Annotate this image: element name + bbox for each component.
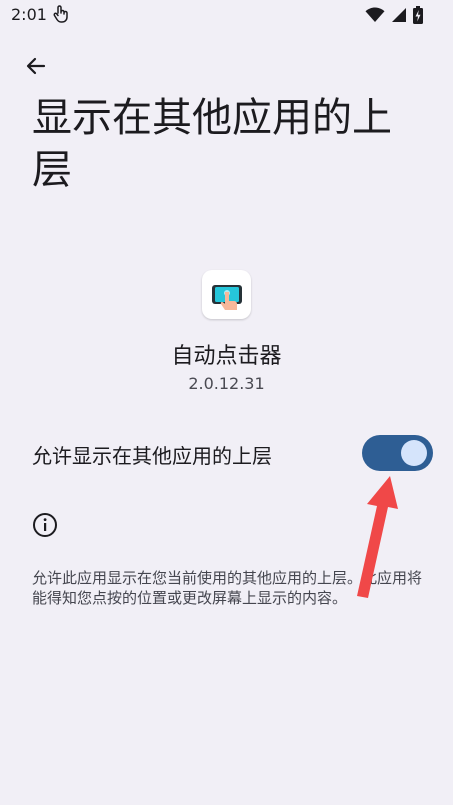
auto-clicker-app-icon (211, 284, 242, 310)
overlay-permission-label: 允许显示在其他应用的上层 (32, 444, 272, 468)
overlay-permission-toggle[interactable] (362, 435, 433, 471)
app-icon (202, 270, 251, 319)
arrow-left-icon (26, 57, 46, 75)
app-version: 2.0.12.31 (188, 374, 265, 393)
touch-icon (52, 4, 70, 24)
status-bar: 2:01 (0, 0, 453, 32)
info-icon (32, 512, 58, 538)
signal-icon (391, 7, 407, 27)
status-time: 2:01 (11, 5, 47, 24)
permission-description: 允许此应用显示在您当前使用的其他应用的上层。此应用将能得知您点按的位置或更改屏幕… (32, 569, 423, 607)
page-title: 显示在其他应用的上层 (32, 95, 392, 193)
back-button[interactable] (20, 50, 52, 82)
wifi-icon (365, 7, 385, 27)
toggle-knob (401, 440, 427, 466)
overlay-permission-row[interactable]: 允许显示在其他应用的上层 (0, 430, 453, 478)
battery-icon (413, 6, 423, 28)
app-name: 自动点击器 (171, 344, 282, 369)
